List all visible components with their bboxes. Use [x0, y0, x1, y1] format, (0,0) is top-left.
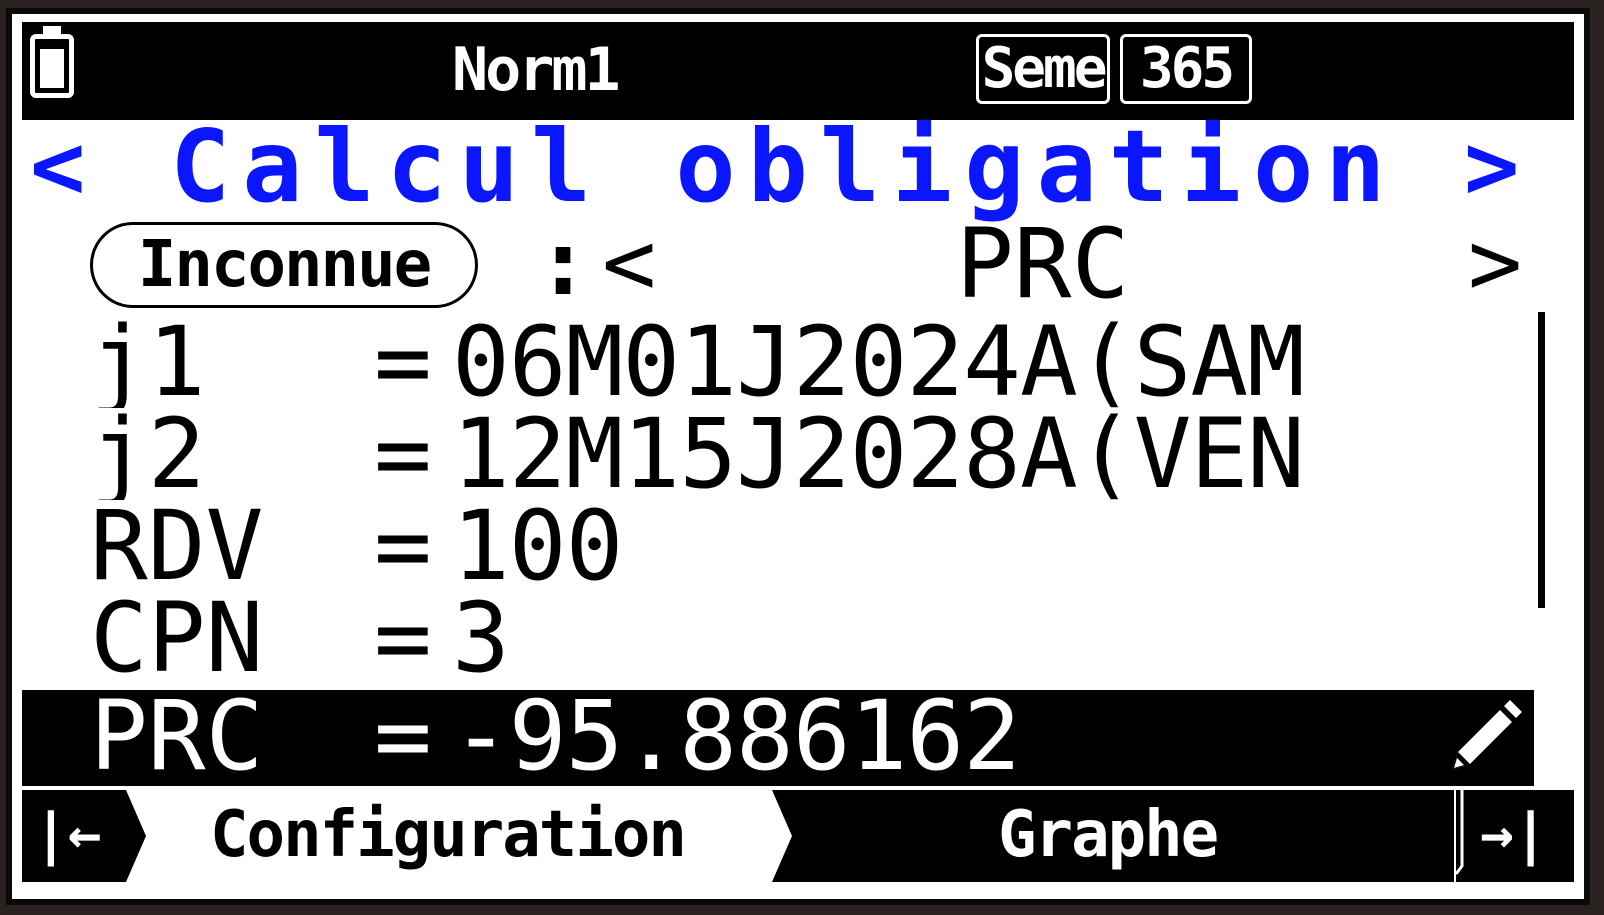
variable-value: 3 [452, 592, 510, 684]
year-basis-indicator: 365 [1120, 34, 1252, 104]
unknown-next-arrow-icon[interactable]: > [1468, 214, 1522, 314]
app-title-bar: < Calcul obligation > [12, 108, 1564, 225]
variable-value: 100 [452, 500, 623, 592]
go-last-icon: →| [1480, 802, 1548, 867]
variable-row-prc-selected[interactable]: PRC = -95.886162 [22, 690, 1534, 786]
next-app-arrow-icon[interactable]: > [1464, 121, 1519, 213]
variable-name: PRC [90, 690, 264, 786]
configuration-key[interactable]: Configuration [150, 790, 790, 888]
app-title: Calcul obligation [170, 108, 1398, 225]
battery-icon [30, 26, 74, 98]
equals-sign: = [374, 592, 432, 684]
equals-sign: = [374, 408, 432, 500]
graph-key[interactable]: Graphe [772, 790, 1454, 888]
variable-name: CPN [90, 592, 264, 684]
graph-label: Graphe [998, 798, 1219, 872]
variable-value: 06M01J2024A(SAM [452, 316, 1305, 408]
variable-name: RDV [90, 500, 264, 592]
equals-sign: = [374, 690, 432, 786]
go-to-first-key[interactable]: |← [22, 790, 150, 888]
calculator-screen: Norm1 Seme 365 < Calcul obligation > Inc… [6, 8, 1590, 905]
unknown-label: Inconnue [90, 222, 478, 308]
unknown-prev-arrow-icon[interactable]: < [602, 214, 656, 314]
go-first-icon: |← [34, 802, 102, 867]
status-bar: Norm1 Seme 365 [22, 22, 1574, 120]
equals-sign: = [374, 500, 432, 592]
edit-pencil-icon[interactable] [1446, 696, 1526, 776]
go-to-last-key[interactable]: →| [1456, 790, 1574, 888]
variable-value: 12M15J2028A(VEN [452, 408, 1305, 500]
variable-row-cpn[interactable]: CPN = 3 [12, 592, 1532, 684]
variable-row-j1[interactable]: j1 = 06M01J2024A(SAM [12, 316, 1532, 408]
angle-mode-indicator: Norm1 [452, 35, 621, 105]
unknown-colon: : [536, 211, 591, 316]
unknown-selector-row[interactable]: Inconnue : < PRC > [12, 214, 1564, 314]
variable-row-rdv[interactable]: RDV = 100 [12, 500, 1532, 592]
variable-name: j2 [90, 408, 206, 500]
equals-sign: = [374, 316, 432, 408]
previous-app-arrow-icon[interactable]: < [30, 121, 85, 213]
variable-value: -95.886162 [452, 690, 1021, 786]
unknown-value[interactable]: PRC [956, 214, 1129, 314]
variable-name: j1 [90, 316, 206, 408]
variable-row-j2[interactable]: j2 = 12M15J2028A(VEN [12, 408, 1532, 500]
scrollbar[interactable] [1538, 312, 1545, 608]
day-count-indicator: Seme [976, 34, 1110, 104]
configuration-label: Configuration [210, 798, 687, 872]
soft-key-bar: |← Configuration Graphe →| [22, 790, 1574, 888]
